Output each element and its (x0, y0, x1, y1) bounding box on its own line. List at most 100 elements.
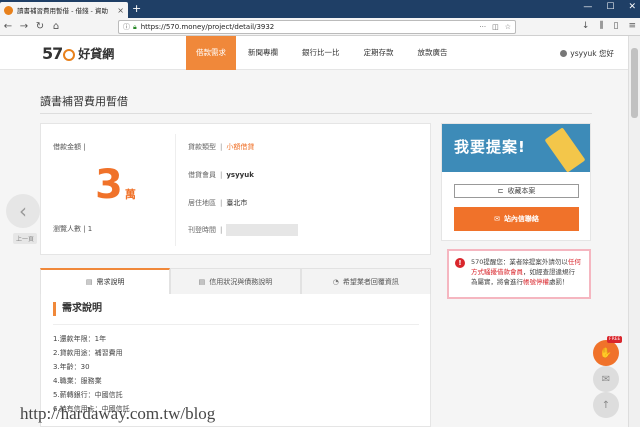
nav-item-loan-requests[interactable]: 借款需求 (186, 36, 236, 70)
field-value: ysyyuk (226, 171, 254, 179)
logo-text: 好貸網 (78, 47, 115, 61)
tab-requirements[interactable]: ▤ 需求說明 (40, 268, 171, 294)
list-item: 3.年齡：30 (53, 363, 90, 371)
proposal-panel: 我要提案! ⊏ 收藏本案 ✉ 站內信聯絡 (441, 123, 591, 241)
ellipsis-icon[interactable]: ··· (479, 23, 486, 31)
back-icon[interactable]: ← (0, 21, 16, 32)
document-icon: ▤ (198, 277, 206, 286)
free-badge: FREE (607, 336, 623, 343)
amount-unit: 萬 (124, 188, 136, 201)
scrollbar-thumb[interactable] (631, 48, 638, 118)
alert-icon: ! (455, 258, 465, 268)
url-text[interactable]: https://570.money/project/detail/3932 (141, 23, 480, 31)
minimize-icon[interactable]: — (583, 2, 592, 12)
view-count: 瀏覽人數 | 1 (53, 225, 93, 233)
tab-title: 讀書補習費用暫借 - 借錢 - 資助 (17, 7, 108, 15)
url-bar[interactable]: ⓘ 🔒︎ https://570.money/project/detail/39… (118, 20, 516, 34)
loan-amount: 3 萬 (95, 162, 136, 208)
chat-icon: ◔ (332, 277, 339, 286)
lock-icon: 🔒︎ (133, 22, 137, 31)
detail-tabs: ▤ 需求說明 ▤ 信用狀況與債務說明 ◔ 希望業者回覆資訊 (40, 268, 431, 294)
page-title: 讀書補習費用暫借 (40, 95, 128, 108)
nav-item-lending-ads[interactable]: 放款廣告 (406, 36, 460, 70)
warning-text: 570提醒您：業者除提案外請勿以任何方式騷擾借款會員，如經查證違規行為屬實，將會… (471, 258, 581, 286)
info-icon[interactable]: ⓘ (123, 22, 130, 32)
new-tab-button[interactable]: + (132, 2, 141, 16)
title-divider (40, 113, 592, 114)
contact-message-button[interactable]: ✉ 站內信聯絡 (454, 207, 579, 231)
reload-icon[interactable]: ↻ (32, 21, 48, 32)
site-logo[interactable]: 57 好貸網 (42, 44, 114, 63)
site-favicon-icon (4, 5, 13, 15)
redacted-value (226, 224, 299, 236)
tab-credit-status[interactable]: ▤ 信用狀況與債務說明 (170, 268, 301, 294)
tab-label: 信用狀況與債務說明 (209, 277, 273, 286)
back-to-top-button[interactable]: ↑ (593, 392, 619, 418)
user-icon (560, 50, 568, 57)
nav-item-time-deposit[interactable]: 定期存款 (352, 36, 406, 70)
forward-icon[interactable]: → (16, 21, 32, 32)
bookmark-icon: ⊏ (497, 187, 504, 195)
field-label: 刊登時間 (188, 226, 216, 234)
tab-reply-info[interactable]: ◔ 希望業者回覆資訊 (300, 268, 431, 294)
browser-navbar: ← → ↻ ⌂ ⓘ 🔒︎ https://570.money/project/d… (0, 18, 640, 36)
main-nav: 借款需求 新聞專欄 銀行比一比 定期存款 放款廣告 (186, 36, 460, 70)
free-consult-button[interactable]: ✋ (593, 340, 619, 366)
menu-icon[interactable]: ≡ (628, 21, 636, 31)
library-icon[interactable]: ⫼ (599, 21, 603, 31)
field-region: 居住地區 | 臺北市 (188, 199, 248, 207)
proposal-banner[interactable]: 我要提案! (442, 124, 590, 172)
card-divider (175, 134, 176, 246)
document-icon: ▤ (85, 278, 93, 286)
user-greeting: ysyyuk 您好 (570, 49, 614, 58)
browser-tab[interactable]: 讀書補習費用暫借 - 借錢 - 資助 × (0, 2, 128, 18)
list-item: 5.薪轉銀行：中國信託 (53, 391, 123, 399)
amount-value: 3 (95, 162, 123, 208)
amount-label: 借款金額 | (53, 143, 86, 151)
contact-label: 站內信聯絡 (503, 215, 539, 223)
download-icon[interactable]: ↓ (582, 21, 590, 31)
section-title: 需求說明 (53, 302, 102, 316)
envelope-icon: ✉ (494, 215, 500, 223)
sidebar-icon[interactable]: ▯ (614, 21, 619, 31)
warning-notice: ! 570提醒您：業者除提案外請勿以任何方式騷擾借款會員，如經查證違規行為屬實，… (447, 249, 591, 299)
user-menu[interactable]: ysyyuk 您好 (560, 48, 614, 59)
field-value[interactable]: 小額借貸 (226, 142, 254, 152)
nav-item-news[interactable]: 新聞專欄 (236, 36, 290, 70)
browser-tabbar: 讀書補習費用暫借 - 借錢 - 資助 × + — ☐ ✕ (0, 0, 640, 18)
star-icon[interactable]: ☆ (505, 23, 511, 31)
previous-page-arrow-icon[interactable]: ‹ (6, 194, 40, 228)
list-item: 1.還款年限：1年 (53, 335, 107, 343)
list-item: 4.職業：服務業 (53, 377, 102, 385)
message-button[interactable]: ✉ (593, 366, 619, 392)
field-member: 借貸會員 | ysyyuk (188, 171, 254, 179)
watermark: http://hardaway.com.tw/blog (20, 404, 216, 423)
home-icon[interactable]: ⌂ (48, 21, 64, 32)
maximize-icon[interactable]: ☐ (606, 2, 614, 12)
logo-number: 57 (42, 44, 63, 63)
list-item: 2.貸款用途：補習費用 (53, 349, 123, 357)
field-value: 臺北市 (226, 199, 248, 207)
tab-close-icon[interactable]: × (117, 6, 124, 15)
banner-text: 我要提案! (454, 138, 526, 156)
logo-coin-icon (63, 48, 76, 61)
arrow-up-icon: ↑ (601, 399, 611, 411)
loan-info-card: 借款金額 | 3 萬 瀏覽人數 | 1 貸款類型 | 小額借貸 借貸會員 | y… (40, 123, 431, 255)
previous-page-label[interactable]: 上一頁 (13, 233, 38, 244)
mail-icon: ✉ (601, 373, 611, 385)
close-window-icon[interactable]: ✕ (628, 2, 636, 12)
window-controls: — ☐ ✕ (583, 2, 636, 12)
field-label: 貸款類型 (188, 143, 216, 151)
tab-label: 希望業者回覆資訊 (342, 277, 399, 286)
section-divider (53, 324, 419, 325)
save-case-label: 收藏本案 (507, 187, 536, 195)
nav-item-bank-compare[interactable]: 銀行比一比 (290, 36, 352, 70)
field-label: 居住地區 (188, 199, 216, 207)
save-case-button[interactable]: ⊏ 收藏本案 (454, 184, 579, 198)
pocket-icon[interactable]: ◫ (492, 23, 499, 31)
page-scrollbar[interactable] (628, 36, 640, 427)
field-post-time: 刊登時間 | (188, 224, 299, 236)
hand-coin-icon: ✋ (599, 347, 613, 359)
field-label: 借貸會員 (188, 171, 216, 179)
field-loan-type: 貸款類型 | 小額借貸 (188, 142, 255, 152)
